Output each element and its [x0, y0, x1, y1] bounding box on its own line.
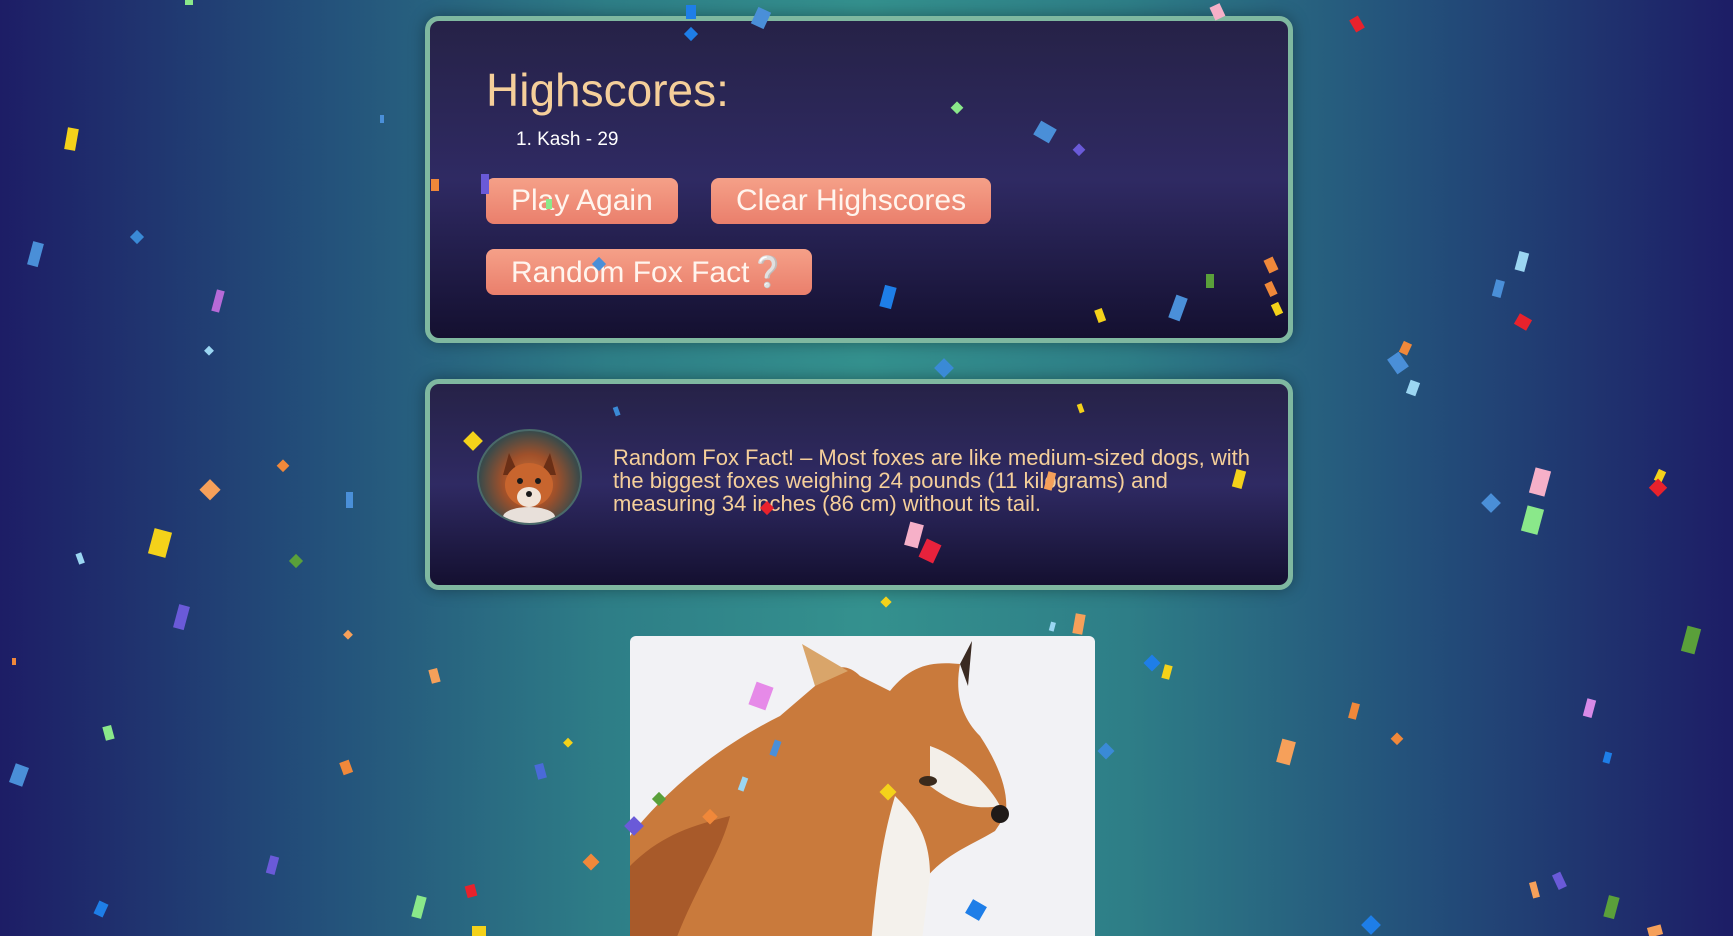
fox-fact-text: Random Fox Fact! – Most foxes are like m…: [613, 445, 1251, 516]
fox-illustration: [630, 641, 1009, 936]
highscores-title: Highscores:: [486, 64, 729, 116]
fox-fact-panel: Random Fox Fact! – Most foxes are like m…: [425, 379, 1293, 590]
clear-highscores-button[interactable]: Clear Highscores: [711, 178, 992, 224]
fox-head-icon: [503, 453, 556, 523]
play-again-button[interactable]: Play Again: [486, 178, 678, 224]
highscores-list: 1. Kash - 29: [516, 129, 618, 151]
highscore-entry: 1. Kash - 29: [516, 129, 619, 150]
highscores-panel: Highscores: 1. Kash - 29 Play Again Clea…: [425, 16, 1293, 343]
random-fox-fact-button[interactable]: Random Fox Fact❔: [486, 249, 812, 295]
fox-avatar-image: [477, 429, 582, 525]
fox-photo: [630, 636, 1095, 936]
